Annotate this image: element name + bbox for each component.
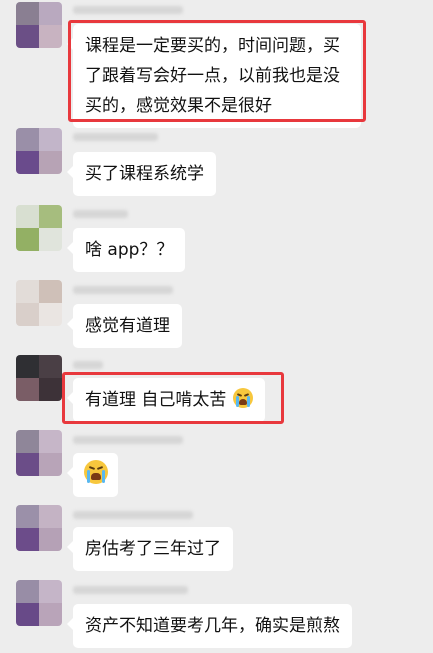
avatar-pixel	[16, 528, 39, 551]
avatar-pixel	[39, 228, 62, 251]
chat-screen: { "messages": [ { "text": "课程是一定要买的，时间问题…	[0, 0, 433, 653]
avatar-pixel	[39, 2, 62, 25]
avatar[interactable]	[16, 430, 62, 476]
avatar-pixel	[16, 603, 39, 626]
message-bubble[interactable]	[67, 453, 118, 497]
sender-name-blurred	[73, 286, 173, 294]
message-text: 买了课程系统学	[85, 164, 204, 184]
avatar-pixel	[16, 505, 39, 528]
avatar-pixel	[39, 528, 62, 551]
avatar-pixel	[16, 355, 39, 378]
avatar-pixel	[39, 430, 62, 453]
avatar-pixel	[39, 580, 62, 603]
avatar[interactable]	[16, 580, 62, 626]
avatar[interactable]	[16, 280, 62, 326]
sender-name-blurred	[73, 210, 128, 218]
avatar-pixel	[39, 128, 62, 151]
avatar[interactable]	[16, 2, 62, 48]
highlight-box	[68, 20, 366, 122]
message-bubble[interactable]: 感觉有道理	[67, 304, 182, 348]
message-bubble[interactable]: 房估考了三年过了	[67, 527, 233, 571]
highlight-box	[62, 372, 284, 424]
message-text: 房估考了三年过了	[85, 539, 221, 559]
avatar-pixel	[39, 603, 62, 626]
sender-name-blurred	[73, 436, 183, 444]
avatar[interactable]	[16, 128, 62, 174]
avatar-pixel	[16, 378, 39, 401]
avatar-pixel	[39, 151, 62, 174]
avatar[interactable]	[16, 505, 62, 551]
avatar-pixel	[16, 228, 39, 251]
avatar-pixel	[16, 453, 39, 476]
crying-face-icon	[84, 460, 108, 484]
message-bubble[interactable]: 资产不知道要考几年，确实是煎熬	[67, 604, 352, 648]
avatar-pixel	[39, 453, 62, 476]
message-text: 资产不知道要考几年，确实是煎熬	[85, 616, 340, 636]
message-bubble[interactable]: 买了课程系统学	[67, 152, 216, 196]
avatar-pixel	[16, 151, 39, 174]
avatar-pixel	[16, 303, 39, 326]
avatar-pixel	[39, 303, 62, 326]
avatar-pixel	[39, 355, 62, 378]
avatar[interactable]	[16, 205, 62, 251]
sender-name-blurred	[73, 133, 158, 141]
message-bubble[interactable]: 啥 app？？	[66, 228, 186, 272]
avatar-pixel	[16, 580, 39, 603]
avatar-pixel	[16, 2, 39, 25]
sender-name-blurred	[73, 361, 103, 369]
avatar-pixel	[39, 505, 62, 528]
sender-name-blurred	[73, 511, 193, 519]
avatar-pixel	[39, 25, 62, 48]
avatar-pixel	[39, 205, 62, 228]
avatar[interactable]	[16, 355, 62, 401]
sender-name-blurred	[73, 586, 188, 594]
avatar-pixel	[16, 25, 39, 48]
avatar-pixel	[16, 128, 39, 151]
message-text: 感觉有道理	[85, 316, 170, 336]
avatar-pixel	[39, 280, 62, 303]
avatar-pixel	[16, 430, 39, 453]
avatar-pixel	[16, 280, 39, 303]
avatar-pixel	[39, 378, 62, 401]
sender-name-blurred	[73, 6, 183, 14]
avatar-pixel	[16, 205, 39, 228]
message-text: 啥 app？？	[85, 240, 174, 260]
